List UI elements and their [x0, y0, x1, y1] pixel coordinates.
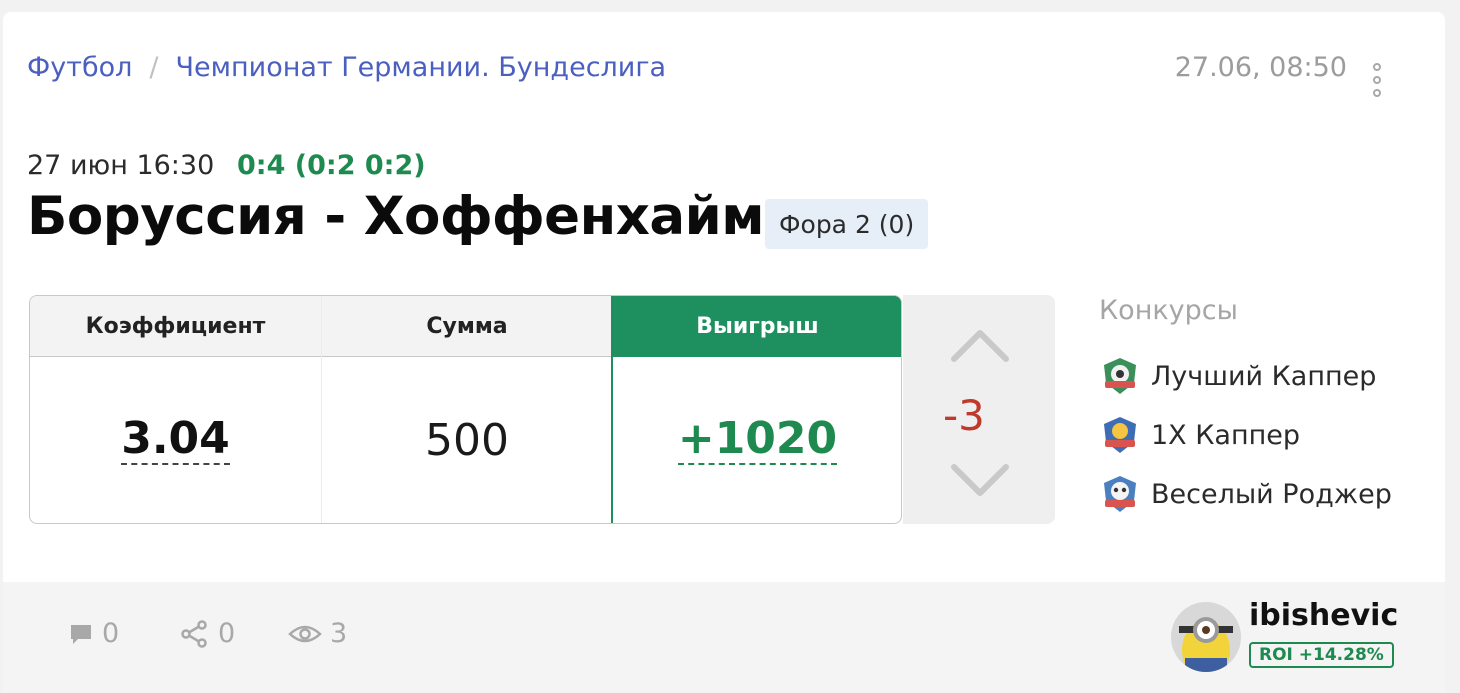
- contest-label: 1X Каппер: [1151, 419, 1301, 451]
- contests-title: Конкурсы: [1099, 295, 1238, 326]
- more-menu-icon[interactable]: [1371, 63, 1383, 97]
- avatar[interactable]: [1171, 602, 1241, 672]
- shares-count: 0: [218, 618, 236, 649]
- contest-item[interactable]: Лучший Каппер: [1099, 355, 1376, 397]
- shares-stat[interactable]: 0: [180, 618, 235, 649]
- amount-value: 500: [425, 415, 509, 466]
- comments-count: 0: [102, 618, 120, 649]
- bet-type-badge: Фора 2 (0): [765, 199, 929, 249]
- match-title[interactable]: Боруссия - Хоффенхайм: [27, 186, 765, 247]
- views-stat: 3: [288, 618, 347, 649]
- downvote-chevron-icon[interactable]: [950, 461, 1010, 501]
- contest-label: Лучший Каппер: [1151, 360, 1377, 392]
- rating-value: -3: [943, 391, 985, 440]
- trophy-badge-icon: [1104, 358, 1136, 394]
- breadcrumb-separator: /: [149, 52, 159, 83]
- odds-value[interactable]: 3.04: [121, 416, 230, 465]
- contest-item[interactable]: Веселый Роджер: [1099, 473, 1392, 515]
- odds-header: Коэффициент: [30, 296, 321, 357]
- win-column: Выигрыш +1020: [612, 296, 901, 523]
- win-value[interactable]: +1020: [677, 416, 838, 465]
- username[interactable]: ibishevic: [1249, 598, 1398, 633]
- contest-item[interactable]: 1X Каппер: [1099, 414, 1300, 456]
- match-time: 27 июн 16:30: [27, 150, 215, 181]
- breadcrumb-sport-link[interactable]: Футбол: [27, 52, 132, 83]
- shield-badge-icon: [1104, 417, 1136, 453]
- post-datetime: 27.06, 08:50: [1174, 52, 1347, 83]
- upvote-chevron-icon[interactable]: [950, 325, 1010, 365]
- contest-label: Веселый Роджер: [1151, 478, 1392, 510]
- match-score: 0:4 (0:2 0:2): [237, 150, 426, 181]
- bet-table: Коэффициент 3.04 Сумма 500 Выигрыш +1020: [29, 295, 902, 524]
- comment-icon: [71, 624, 91, 644]
- win-header: Выигрыш: [612, 296, 901, 357]
- comments-stat[interactable]: 0: [68, 618, 119, 649]
- share-icon: [181, 619, 207, 648]
- odds-column: Коэффициент 3.04: [30, 296, 322, 523]
- roi-badge: ROI +14.28%: [1249, 642, 1394, 668]
- breadcrumb: Футбол / Чемпионат Германии. Бундеслига: [27, 52, 666, 83]
- amount-column: Сумма 500: [322, 296, 612, 523]
- rating-panel: -3: [903, 295, 1055, 524]
- breadcrumb-league-link[interactable]: Чемпионат Германии. Бундеслига: [176, 52, 667, 83]
- amount-header: Сумма: [322, 296, 612, 357]
- eye-icon: [288, 625, 322, 642]
- skull-badge-icon: [1104, 476, 1136, 512]
- views-count: 3: [330, 618, 348, 649]
- minion-avatar-icon: [1171, 602, 1241, 672]
